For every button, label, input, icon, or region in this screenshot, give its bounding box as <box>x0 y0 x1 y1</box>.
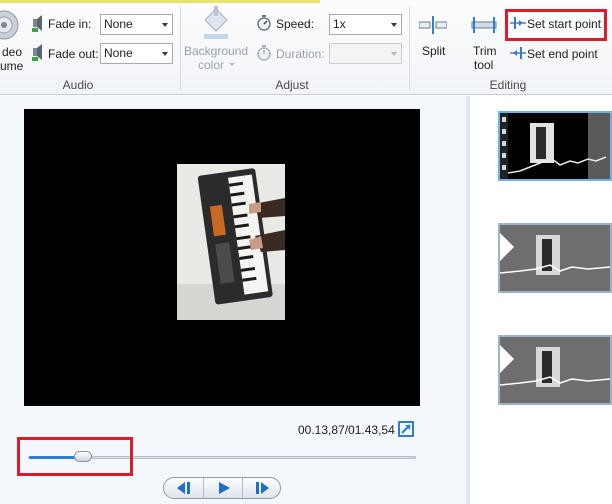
split-button[interactable]: Split <box>416 10 450 60</box>
video-volume-label-1: deo <box>2 45 23 59</box>
keyboard-photo <box>177 164 285 320</box>
fade-in-label: Fade in: <box>48 17 92 31</box>
speed-value: 1x <box>333 17 346 31</box>
trim-icon <box>471 17 497 33</box>
audio-group-label: Audio <box>62 78 94 92</box>
playback-controls <box>163 477 281 499</box>
set-end-point-label: Set end point <box>527 47 598 61</box>
split-icon <box>419 16 447 34</box>
fade-out-label: Fade out: <box>48 47 99 61</box>
next-frame-icon <box>256 482 269 494</box>
speaker-icon <box>0 10 19 40</box>
set-end-point-button[interactable]: Set end point <box>508 42 608 64</box>
set-start-point-button[interactable]: Set start point <box>508 12 608 34</box>
background-color-label-2: color <box>198 58 225 72</box>
fade-out-value: None <box>104 46 133 60</box>
fade-in-select[interactable]: None <box>100 14 173 35</box>
storyboard-clip[interactable] <box>498 111 612 181</box>
previous-frame-button[interactable] <box>164 478 203 498</box>
seek-bar-progress <box>29 456 80 459</box>
ribbon: deo ume Fade in: None Fade out: None Aud… <box>0 0 612 95</box>
previous-frame-icon <box>177 482 190 494</box>
speed-icon <box>257 15 271 31</box>
trim-tool-button[interactable]: Trim tool <box>466 10 502 72</box>
fade-in-icon <box>32 15 42 32</box>
expand-icon <box>401 424 411 434</box>
chevron-down-icon <box>162 52 168 56</box>
background-color-button[interactable]: Background color <box>184 6 248 72</box>
duration-label: Duration: <box>276 47 325 61</box>
adjust-group-label: Adjust <box>275 78 309 92</box>
video-frame-image <box>177 164 285 320</box>
group-separator <box>180 6 181 90</box>
video-volume-label-2: ume <box>0 59 24 73</box>
fullscreen-button[interactable] <box>398 421 414 437</box>
next-frame-button[interactable] <box>242 478 281 498</box>
speed-select[interactable]: 1x <box>329 14 402 35</box>
video-volume-button[interactable]: deo ume <box>0 8 24 73</box>
trim-tool-label-1: Trim <box>473 44 497 58</box>
ribbon-accent-bar <box>0 0 320 3</box>
fade-out-select[interactable]: None <box>100 43 173 64</box>
clip-thumbnail <box>500 113 610 179</box>
duration-icon <box>257 45 271 61</box>
fade-out-icon <box>32 44 42 61</box>
editing-group-label: Editing <box>489 78 527 92</box>
background-color-label-1: Background <box>184 44 249 58</box>
duration-select[interactable] <box>329 43 402 64</box>
play-icon <box>219 482 230 494</box>
set-start-point-label: Set start point <box>527 17 602 31</box>
timecode: 00.13,87/01.43,54 <box>298 423 395 437</box>
trim-tool-label-2: tool <box>474 58 494 72</box>
clip-thumbnail <box>500 225 610 291</box>
chevron-down-icon <box>391 52 397 56</box>
set-start-point-icon <box>510 17 526 29</box>
split-label: Split <box>422 44 446 58</box>
clip-thumbnail <box>500 337 610 403</box>
seek-thumb[interactable] <box>74 451 92 462</box>
group-separator <box>409 6 410 90</box>
chevron-down-icon <box>391 23 397 27</box>
storyboard-clip[interactable] <box>498 335 612 405</box>
set-end-point-icon <box>510 47 526 59</box>
storyboard-clip[interactable] <box>498 223 612 293</box>
chevron-down-icon <box>162 23 168 27</box>
speed-label: Speed: <box>276 17 315 31</box>
fade-in-value: None <box>104 17 133 31</box>
paint-bucket-icon <box>204 6 228 39</box>
chevron-down-icon <box>229 63 235 66</box>
play-button[interactable] <box>203 478 242 498</box>
